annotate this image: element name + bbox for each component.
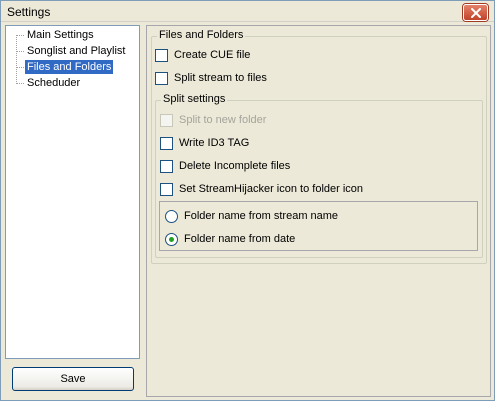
delete-incomplete-row[interactable]: Delete Incomplete files — [160, 159, 290, 173]
split-new-folder-label: Split to new folder — [179, 114, 267, 126]
folder-from-date-radio[interactable] — [165, 232, 178, 246]
files-folders-legend: Files and Folders — [157, 29, 246, 41]
write-id3-label: Write ID3 TAG — [179, 137, 250, 149]
split-new-folder-checkbox[interactable] — [160, 113, 173, 127]
tree-connector — [16, 35, 24, 36]
create-cue-label: Create CUE file — [174, 49, 251, 61]
set-icon-row[interactable]: Set StreamHijacker icon to folder icon — [160, 182, 363, 196]
files-folders-group: Files and Folders Create CUE file Split … — [151, 29, 487, 264]
create-cue-checkbox[interactable] — [155, 48, 168, 62]
tree-connector — [16, 51, 24, 52]
tree-connector — [16, 83, 24, 84]
title-bar: Settings — [1, 1, 494, 22]
split-stream-row[interactable]: Split stream to files — [155, 71, 267, 85]
folder-from-date-label: Folder name from date — [184, 233, 296, 245]
set-icon-checkbox[interactable] — [160, 182, 173, 196]
window-title: Settings — [7, 5, 51, 19]
split-stream-label: Split stream to files — [174, 72, 267, 84]
close-button[interactable] — [463, 4, 488, 21]
tree-item-files-folders[interactable]: Files and Folders — [25, 60, 114, 74]
folder-from-stream-row[interactable]: Folder name from stream name — [165, 209, 338, 223]
tree-item-scheduder[interactable]: Scheduder — [25, 76, 82, 90]
split-settings-group: Split settings Split to new folder Write… — [155, 93, 483, 258]
folder-from-date-row[interactable]: Folder name from date — [165, 232, 295, 246]
delete-incomplete-label: Delete Incomplete files — [179, 160, 291, 172]
folder-from-stream-label: Folder name from stream name — [184, 210, 339, 222]
write-id3-checkbox[interactable] — [160, 136, 173, 150]
create-cue-row[interactable]: Create CUE file — [155, 48, 250, 62]
set-icon-label: Set StreamHijacker icon to folder icon — [179, 183, 364, 195]
folder-from-stream-radio[interactable] — [165, 209, 178, 223]
split-stream-checkbox[interactable] — [155, 71, 168, 85]
tree-item-main-settings[interactable]: Main Settings — [25, 28, 96, 42]
tree-connector — [16, 67, 24, 68]
tree-connector — [16, 35, 17, 84]
tree-item-songlist-playlist[interactable]: Songlist and Playlist — [25, 44, 127, 58]
close-icon — [470, 7, 481, 18]
settings-panel: Files and Folders Create CUE file Split … — [146, 25, 491, 397]
write-id3-row[interactable]: Write ID3 TAG — [160, 136, 249, 150]
split-new-folder-row[interactable]: Split to new folder — [160, 113, 266, 127]
delete-incomplete-checkbox[interactable] — [160, 159, 173, 173]
settings-tree[interactable]: Main Settings Songlist and Playlist File… — [5, 25, 140, 359]
folder-naming-box: Folder name from stream name Folder name… — [159, 201, 478, 251]
save-button[interactable]: Save — [12, 367, 134, 391]
split-settings-legend: Split settings — [161, 93, 228, 105]
settings-window: Settings Main Settings Songlist and Play… — [0, 0, 495, 401]
